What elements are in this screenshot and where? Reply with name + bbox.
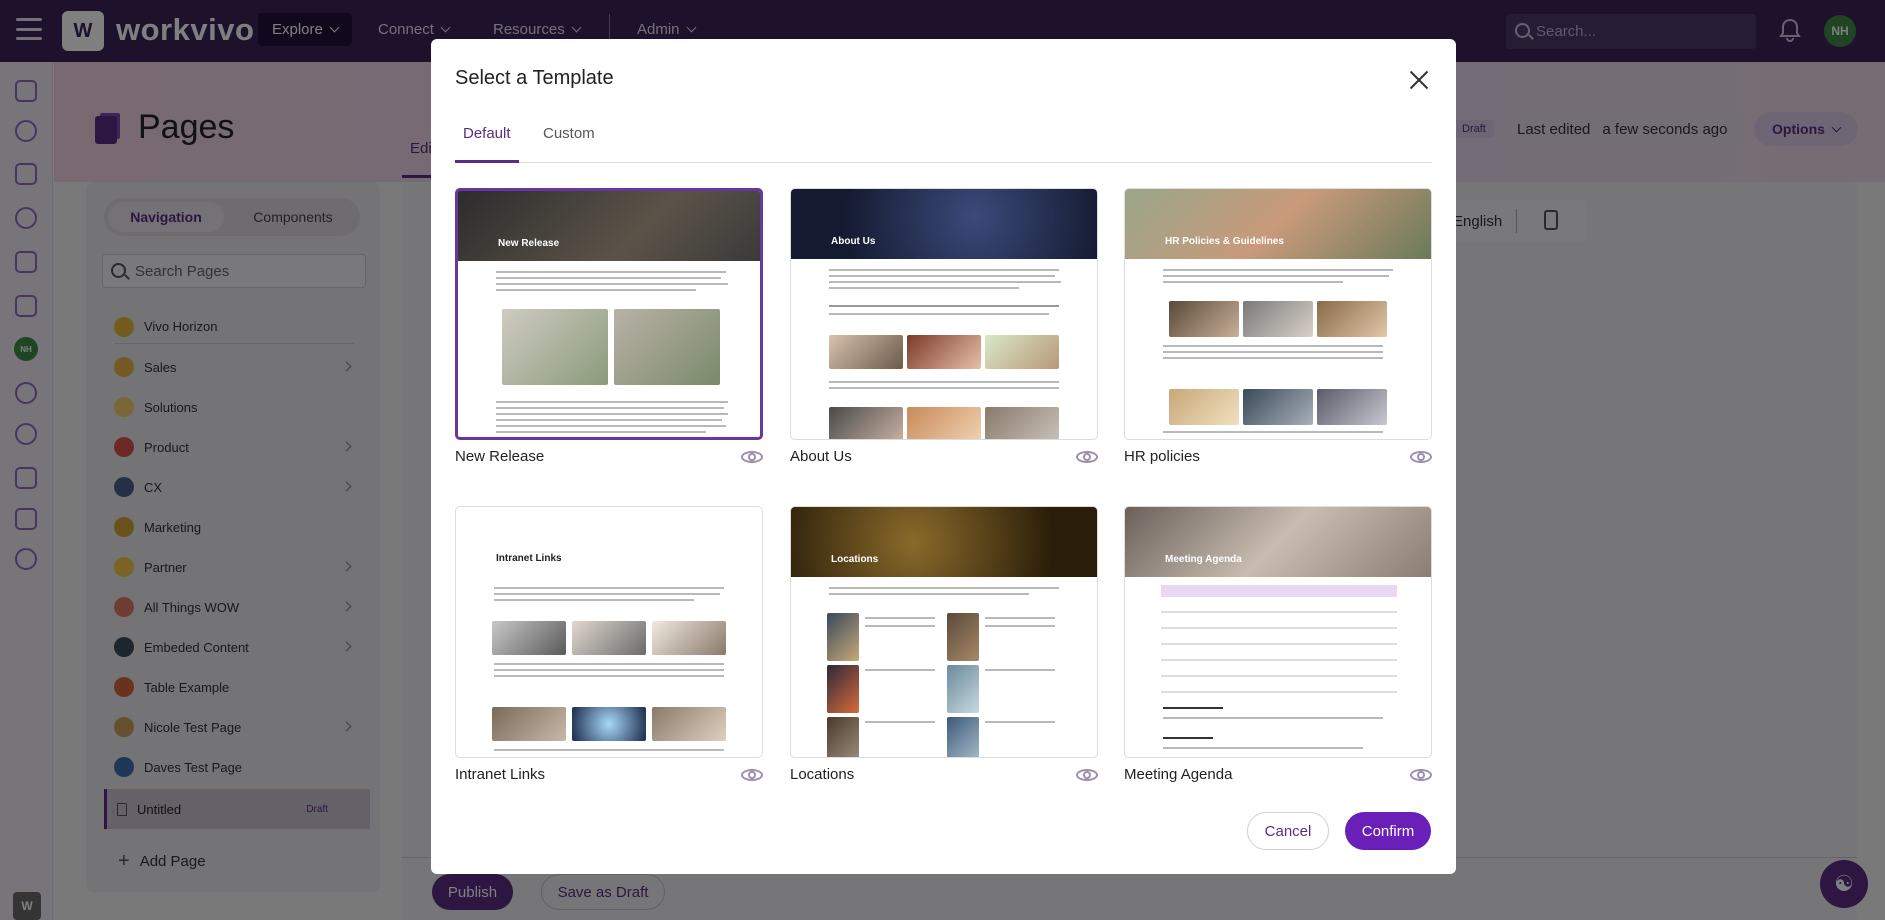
confirm-button[interactable]: Confirm [1345, 812, 1431, 850]
template-name: Meeting Agenda [1124, 766, 1233, 783]
template-card-intranet-links[interactable]: Intranet Links Intranet Links [455, 506, 763, 783]
template-thumbnail[interactable]: Intranet Links [455, 506, 763, 758]
tab-default[interactable]: Default [455, 125, 519, 163]
preview-eye-icon[interactable] [1410, 764, 1432, 786]
template-name: New Release [455, 448, 545, 465]
preview-eye-icon[interactable] [741, 446, 763, 468]
template-thumbnail[interactable]: Locations [790, 506, 1098, 758]
template-thumbnail[interactable]: HR Policies & Guidelines [1124, 188, 1432, 440]
preview-eye-icon[interactable] [1076, 764, 1098, 786]
template-card-new-release[interactable]: New Release New Release [455, 188, 763, 465]
template-banner: HR Policies & Guidelines [1125, 189, 1431, 259]
preview-eye-icon[interactable] [1076, 446, 1098, 468]
cancel-button[interactable]: Cancel [1247, 812, 1329, 850]
template-tabs: Default Custom [455, 117, 1432, 163]
template-card-hr-policies[interactable]: HR Policies & Guidelines HR policies [1124, 188, 1432, 465]
template-card-meeting-agenda[interactable]: Meeting Agenda Meeting Agenda [1124, 506, 1432, 783]
template-name: Locations [790, 766, 855, 783]
template-banner: New Release [458, 191, 760, 261]
template-thumbnail[interactable]: About Us [790, 188, 1098, 440]
template-name: Intranet Links [455, 766, 546, 783]
select-template-dialog: Select a Template Default Custom New Rel… [431, 39, 1456, 874]
template-card-about-us[interactable]: About Us About Us [790, 188, 1098, 465]
dialog-title: Select a Template [455, 67, 614, 89]
preview-eye-icon[interactable] [1410, 446, 1432, 468]
tab-custom[interactable]: Custom [535, 125, 603, 163]
template-thumbnail[interactable]: New Release [455, 188, 763, 440]
template-name: HR policies [1124, 448, 1200, 465]
template-name: About Us [790, 448, 852, 465]
template-card-locations[interactable]: Locations Locations [790, 506, 1098, 783]
template-banner: Meeting Agenda [1125, 507, 1431, 577]
template-thumbnail[interactable]: Meeting Agenda [1124, 506, 1432, 758]
template-banner: Locations [791, 507, 1097, 577]
close-icon[interactable] [1406, 67, 1432, 93]
template-banner: About Us [791, 189, 1097, 259]
preview-eye-icon[interactable] [741, 764, 763, 786]
